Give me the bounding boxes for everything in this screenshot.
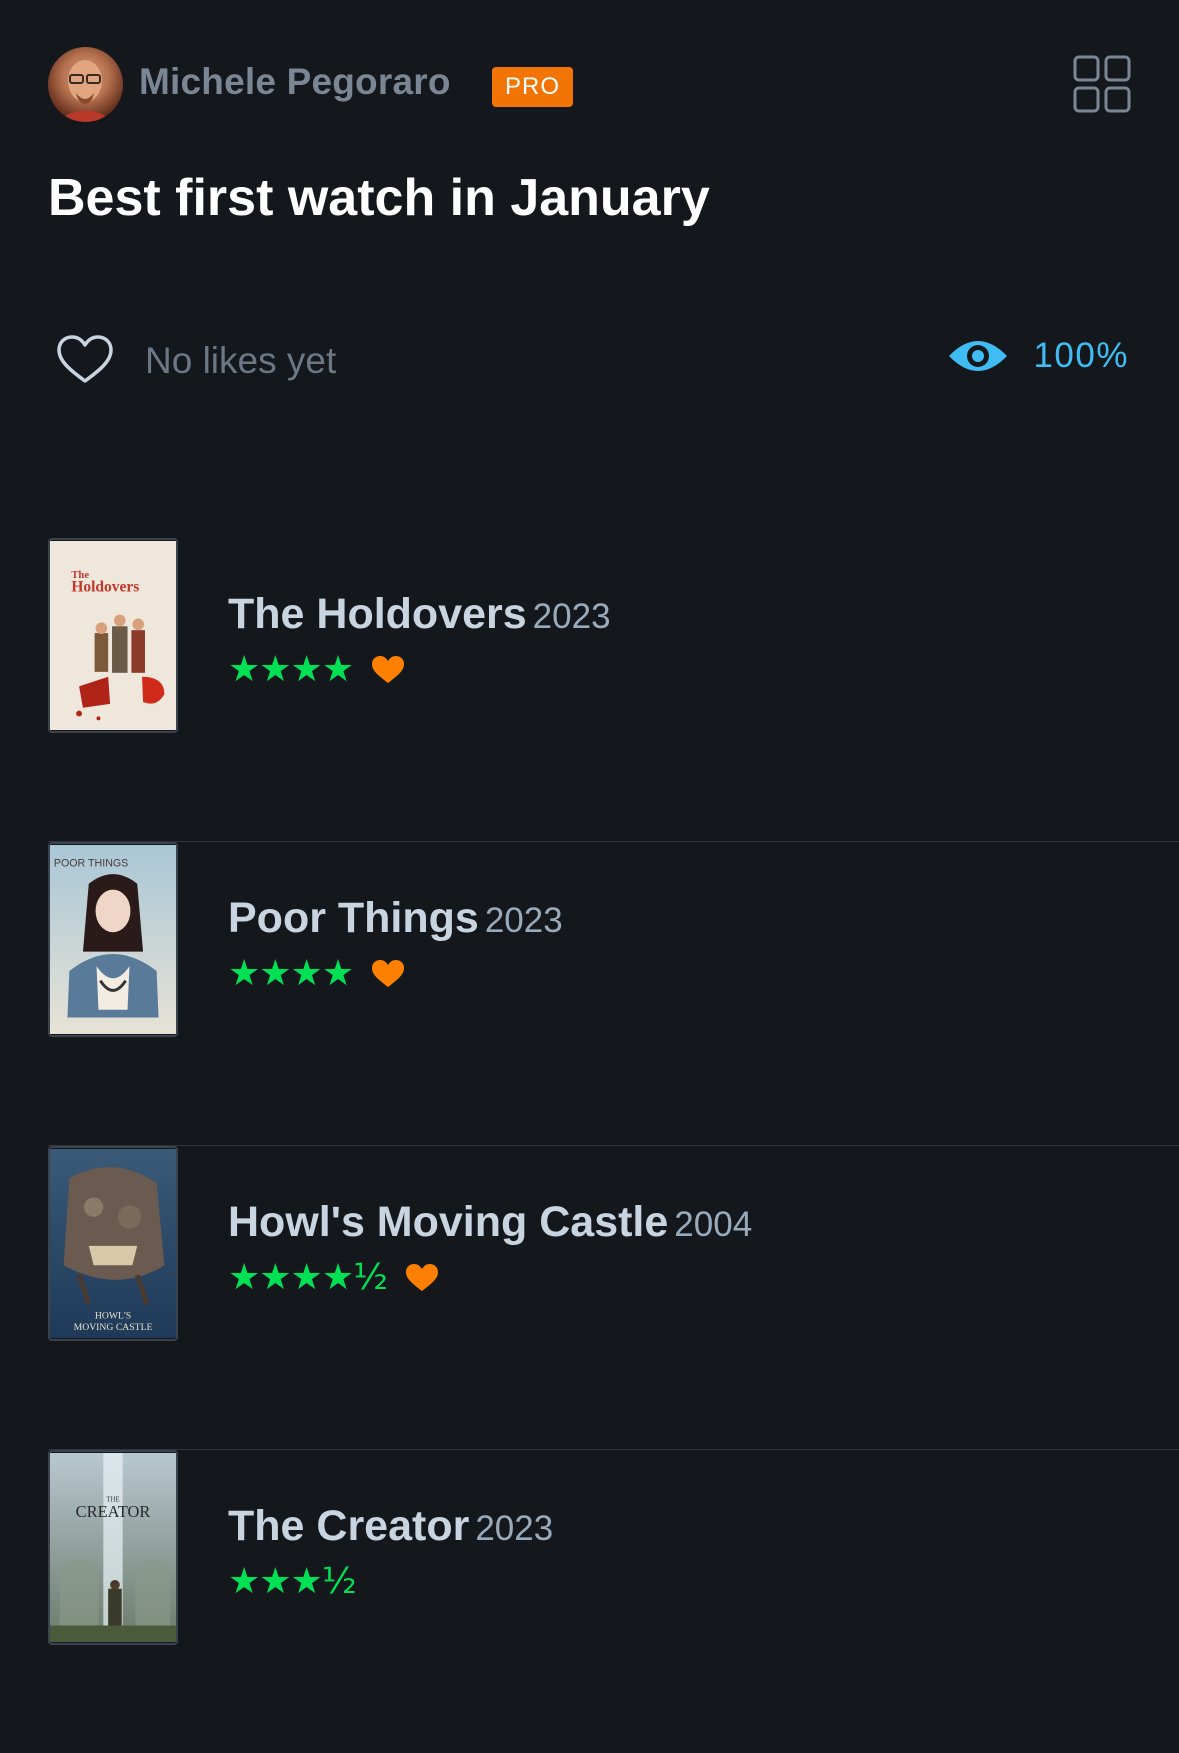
film-info: Howl's Moving Castle 2004 ★★★★½	[228, 1198, 752, 1298]
rating: ★★★★½	[228, 1257, 752, 1298]
list-header: Michele Pegoraro PRO	[48, 47, 1131, 122]
star-rating: ★★★★	[228, 649, 354, 690]
pro-badge: PRO	[492, 67, 574, 107]
avatar[interactable]	[48, 47, 123, 122]
film-info: The Holdovers 2023 ★★★★	[228, 590, 611, 690]
username[interactable]: Michele Pegoraro	[139, 61, 451, 103]
film-info: The Creator 2023 ★★★½	[228, 1502, 553, 1602]
film-row[interactable]: POOR THINGS Poor Things 2023 ★★★★	[48, 842, 1179, 1146]
film-row[interactable]: The Holdovers The Holdovers 2023 ★★★★	[48, 538, 1179, 842]
grid-icon	[1073, 55, 1131, 113]
liked-heart-icon	[371, 959, 405, 989]
star-rating: ★★★★	[228, 953, 354, 994]
likes-count-text: No likes yet	[145, 340, 337, 381]
svg-text:Holdovers: Holdovers	[71, 578, 139, 595]
liked-heart-icon	[405, 1263, 439, 1293]
poster-poor-things[interactable]: POOR THINGS	[48, 842, 178, 1037]
eye-icon	[947, 334, 1009, 378]
star-rating: ★★★★½	[228, 1257, 388, 1298]
grid-view-button[interactable]	[1073, 55, 1131, 113]
film-row[interactable]: THE CREATOR The Creator 2023 ★★★½	[48, 1450, 1179, 1753]
poster-howls-moving-castle[interactable]: HOWL'S MOVING CASTLE	[48, 1146, 178, 1341]
watched-percentage: 100%	[1033, 336, 1129, 375]
rating: ★★★★	[228, 953, 563, 994]
like-heart-icon[interactable]	[56, 334, 114, 386]
film-year[interactable]: 2004	[674, 1205, 752, 1244]
film-year[interactable]: 2023	[533, 597, 611, 636]
film-title[interactable]: The Holdovers	[228, 590, 527, 638]
film-year[interactable]: 2023	[485, 901, 563, 940]
svg-text:CREATOR: CREATOR	[76, 1502, 151, 1521]
svg-text:MOVING CASTLE: MOVING CASTLE	[74, 1322, 153, 1333]
film-title[interactable]: Poor Things	[228, 894, 479, 942]
film-title[interactable]: The Creator	[228, 1502, 469, 1550]
rating: ★★★½	[228, 1561, 553, 1602]
rating: ★★★★	[228, 649, 611, 690]
film-list: The Holdovers The Holdovers 2023 ★★★★ PO…	[48, 538, 1179, 1753]
film-row[interactable]: HOWL'S MOVING CASTLE Howl's Moving Castl…	[48, 1146, 1179, 1450]
svg-text:POOR THINGS: POOR THINGS	[54, 857, 128, 869]
list-title: Best first watch in January	[48, 169, 710, 227]
star-rating: ★★★½	[228, 1561, 357, 1602]
poster-the-holdovers[interactable]: The Holdovers	[48, 538, 178, 733]
list-meta: No likes yet 100%	[56, 330, 1129, 392]
svg-text:HOWL'S: HOWL'S	[95, 1311, 131, 1322]
film-title[interactable]: Howl's Moving Castle	[228, 1198, 668, 1246]
poster-the-creator[interactable]: THE CREATOR	[48, 1450, 178, 1645]
film-year[interactable]: 2023	[475, 1509, 553, 1548]
liked-heart-icon	[371, 655, 405, 685]
film-info: Poor Things 2023 ★★★★	[228, 894, 563, 994]
